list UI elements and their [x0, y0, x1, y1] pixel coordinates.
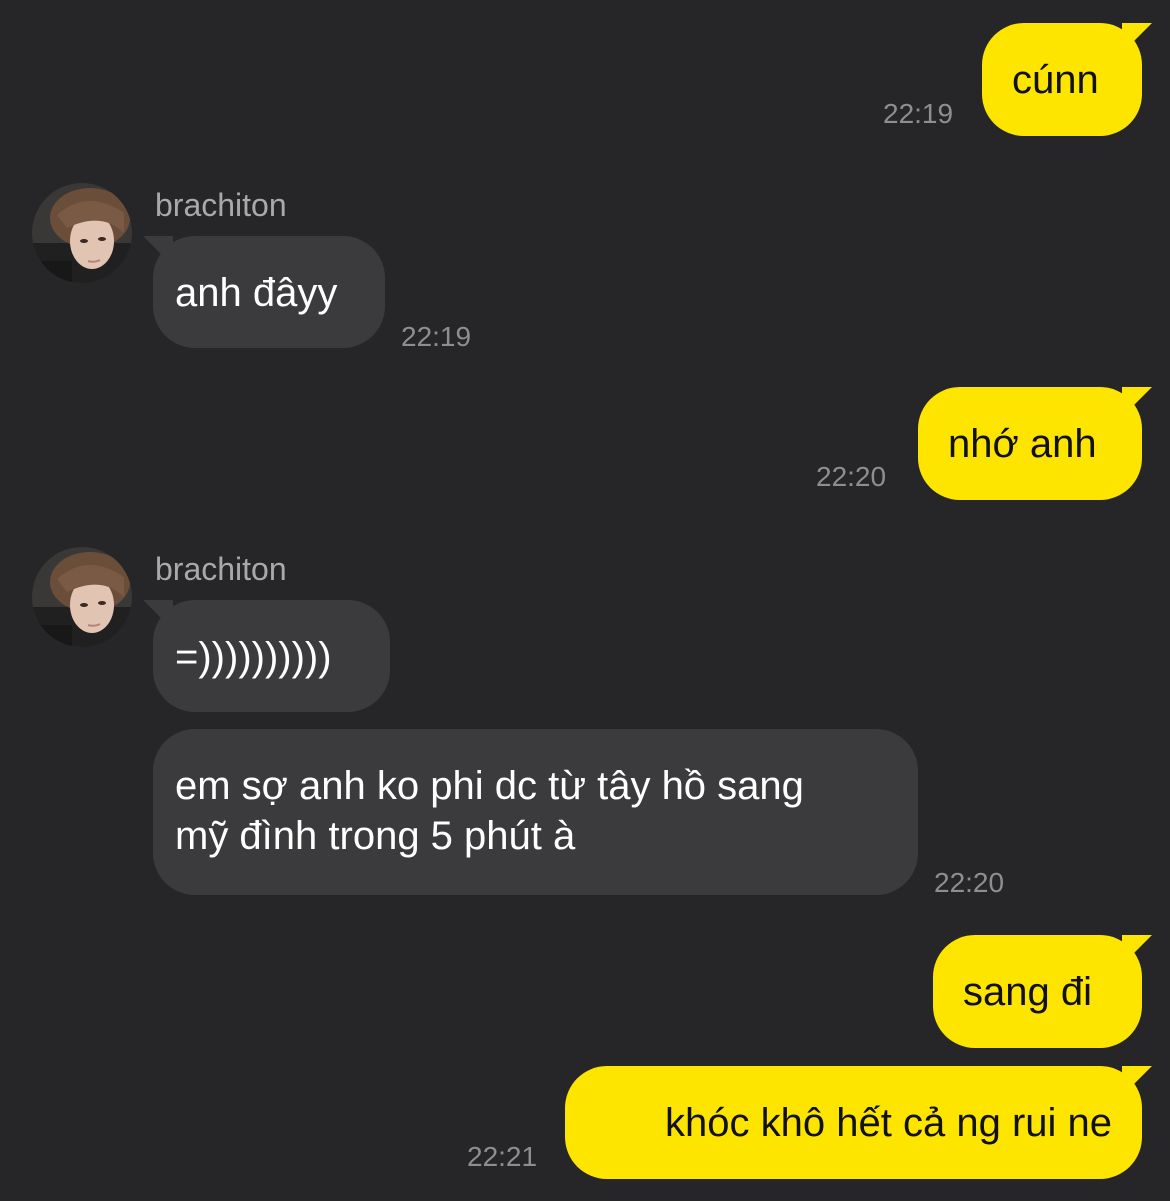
message-text: cúnn	[1012, 58, 1099, 102]
avatar-photo-icon	[32, 183, 132, 283]
avatar-photo-icon	[32, 547, 132, 647]
incoming-message-bubble[interactable]: =))))))))))	[153, 600, 390, 712]
incoming-message-bubble[interactable]: em sợ anh ko phi dc từ tây hồ sang mỹ đì…	[153, 729, 918, 895]
message-text: sang đi	[963, 970, 1092, 1014]
message-text: khóc khô hết cả ng rui ne	[665, 1101, 1112, 1145]
message-time: 22:19	[401, 321, 472, 352]
message-time: 22:21	[467, 1141, 538, 1172]
sender-name: brachiton	[155, 551, 287, 587]
message-time: 22:20	[816, 461, 887, 492]
avatar[interactable]	[32, 547, 132, 647]
outgoing-message-bubble[interactable]: cúnn	[982, 23, 1142, 136]
message-text: nhớ anh	[948, 422, 1097, 466]
sender-name: brachiton	[155, 187, 287, 223]
message-text-line: em sợ anh ko phi dc từ tây hồ sang	[175, 764, 804, 808]
message-time: 22:20	[934, 867, 1005, 898]
message-time: 22:19	[883, 98, 954, 129]
outgoing-message-bubble[interactable]: nhớ anh	[918, 387, 1142, 500]
avatar[interactable]	[32, 183, 132, 283]
message-text-line: mỹ đình trong 5 phút à	[175, 814, 576, 858]
message-text: =))))))))))	[175, 635, 332, 679]
outgoing-message-bubble[interactable]: khóc khô hết cả ng rui ne	[565, 1066, 1142, 1179]
outgoing-message-bubble[interactable]: sang đi	[933, 935, 1142, 1048]
message-text: anh đâyy	[175, 271, 338, 315]
incoming-message-bubble[interactable]: anh đâyy	[153, 236, 385, 348]
